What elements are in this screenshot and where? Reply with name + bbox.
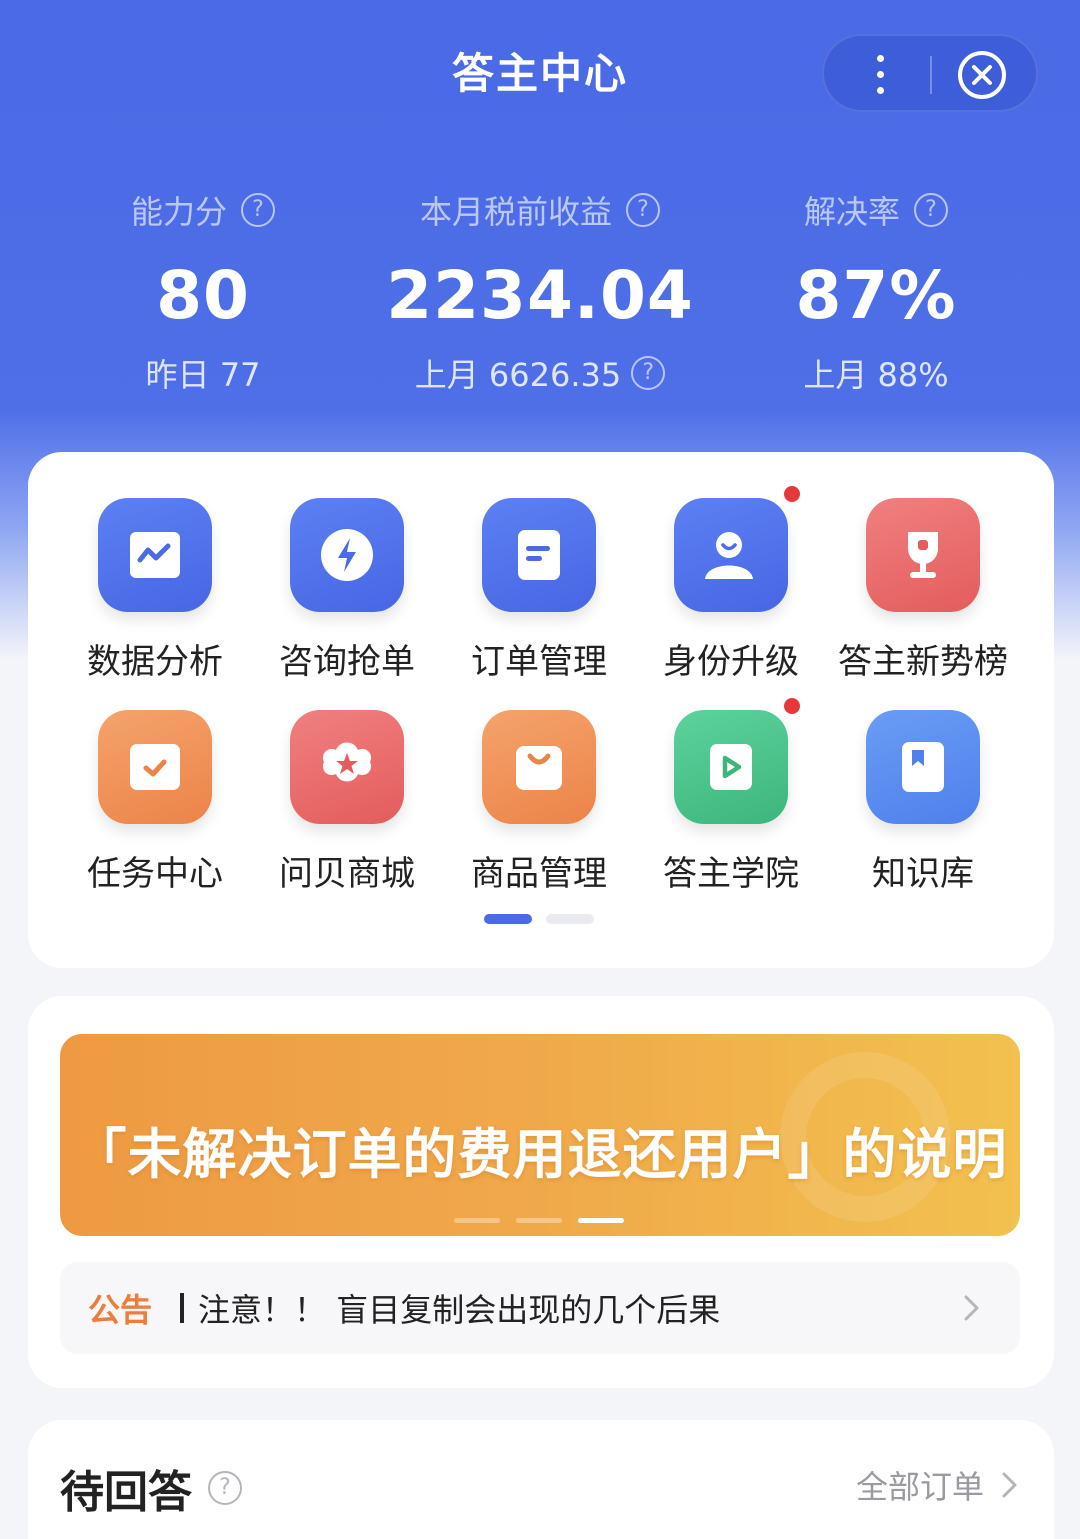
banner-dot-active bbox=[578, 1218, 624, 1223]
promo-banner[interactable]: 「未解决订单的费用退还用户」的说明 bbox=[60, 1034, 1020, 1236]
grid-item-label: 任务中心 bbox=[87, 854, 223, 894]
stat-label: 能力分 bbox=[130, 193, 227, 231]
more-vertical-icon[interactable] bbox=[854, 44, 906, 104]
grid-item-task-center[interactable]: 任务中心 bbox=[59, 710, 251, 895]
grid-item-identity-upgrade[interactable]: 身份升级 bbox=[635, 486, 827, 683]
announcement-bar[interactable]: 公告 注意！！ 盲目复制会出现的几个后果 bbox=[60, 1262, 1020, 1354]
announcement-tag: 公告 bbox=[88, 1291, 153, 1329]
grid-item-label: 问贝商城 bbox=[279, 854, 415, 894]
grid-item-academy[interactable]: 答主学院 bbox=[635, 698, 827, 895]
stat-sub: 昨日 77 bbox=[145, 356, 261, 394]
stat-resolution-rate[interactable]: 解决率? 87% 上月 88% bbox=[756, 180, 996, 396]
grid-item-consult-grab[interactable]: 咨询抢单 bbox=[251, 498, 443, 683]
grid-item-label: 商品管理 bbox=[471, 854, 607, 894]
grid-item-order-management[interactable]: 订单管理 bbox=[443, 498, 635, 683]
stat-label: 本月税前收益 bbox=[419, 193, 612, 231]
grid-item-label: 答主新势榜 bbox=[838, 642, 1008, 682]
help-icon[interactable]: ? bbox=[914, 193, 948, 227]
grid-item-product-management[interactable]: 商品管理 bbox=[443, 710, 635, 895]
page-dot-active bbox=[484, 914, 532, 924]
capsule-divider bbox=[930, 56, 932, 94]
chevron-right-icon bbox=[1002, 1472, 1017, 1498]
user-icon bbox=[674, 486, 800, 612]
grid-item-data-analysis[interactable]: 数据分析 bbox=[59, 498, 251, 683]
help-icon[interactable]: ? bbox=[208, 1471, 242, 1505]
help-icon[interactable]: ? bbox=[241, 193, 275, 227]
grid-item-label: 咨询抢单 bbox=[279, 642, 415, 682]
lightning-icon bbox=[290, 498, 404, 612]
pending-answers-card: 待回答 ? 全部订单 bbox=[28, 1420, 1054, 1539]
stat-sub: 上月 88% bbox=[803, 356, 949, 394]
close-circle-icon[interactable] bbox=[956, 49, 1008, 101]
banner-dot bbox=[454, 1218, 500, 1223]
grid-item-label: 身份升级 bbox=[663, 642, 799, 682]
chart-icon bbox=[98, 498, 212, 612]
notification-badge bbox=[784, 698, 800, 714]
mini-program-capsule bbox=[822, 34, 1038, 112]
announcement-text: 注意！！ 盲目复制会出现的几个后果 bbox=[198, 1291, 721, 1329]
help-icon[interactable]: ? bbox=[631, 356, 666, 390]
help-icon[interactable]: ? bbox=[626, 193, 660, 227]
stat-value: 80 bbox=[156, 257, 250, 334]
grid-item-label: 数据分析 bbox=[87, 642, 223, 682]
grid-item-knowledge-base[interactable]: 知识库 bbox=[827, 710, 1019, 895]
notice-card: 「未解决订单的费用退还用户」的说明 公告 注意！！ 盲目复制会出现的几个后果 bbox=[28, 996, 1054, 1388]
stat-value: 2234.04 bbox=[386, 257, 694, 334]
notification-badge bbox=[784, 486, 800, 502]
shopping-bag-icon bbox=[482, 710, 596, 824]
announcement-divider bbox=[180, 1293, 185, 1323]
stat-value: 87% bbox=[795, 257, 957, 334]
function-grid-card: 数据分析 咨询抢单 订单管理 身份升级 答主新势榜 任务中心 问贝商城 商品管理… bbox=[28, 452, 1054, 968]
chevron-right-icon bbox=[964, 1295, 979, 1321]
banner-indicator bbox=[454, 1218, 624, 1223]
section-title: 待回答 bbox=[60, 1467, 192, 1518]
grid-page-indicator bbox=[484, 914, 594, 924]
all-orders-label: 全部订单 bbox=[855, 1468, 984, 1506]
stat-sub: 上月 6626.35 bbox=[414, 356, 622, 394]
document-icon bbox=[482, 498, 596, 612]
stat-ability-score[interactable]: 能力分? 80 昨日 77 bbox=[82, 180, 324, 396]
grid-item-label: 答主学院 bbox=[663, 854, 799, 894]
grid-item-wenbei-store[interactable]: 问贝商城 bbox=[251, 710, 443, 895]
grid-item-leaderboard[interactable]: 答主新势榜 bbox=[827, 498, 1019, 683]
grid-item-label: 知识库 bbox=[872, 854, 974, 894]
grid-item-label: 订单管理 bbox=[471, 642, 607, 682]
page-dot bbox=[546, 914, 594, 924]
stat-label: 解决率 bbox=[803, 193, 900, 231]
store-star-icon bbox=[290, 710, 404, 824]
task-check-icon bbox=[98, 710, 212, 824]
book-icon bbox=[866, 710, 980, 824]
stat-monthly-earnings[interactable]: 本月税前收益? 2234.04 上月 6626.35? bbox=[350, 180, 730, 396]
trophy-icon bbox=[866, 498, 980, 612]
banner-dot bbox=[516, 1218, 562, 1223]
all-orders-link[interactable]: 全部订单 bbox=[856, 1462, 1020, 1508]
play-video-icon bbox=[674, 698, 800, 824]
banner-title: 「未解决订单的费用退还用户」的说明 bbox=[72, 1123, 1008, 1186]
